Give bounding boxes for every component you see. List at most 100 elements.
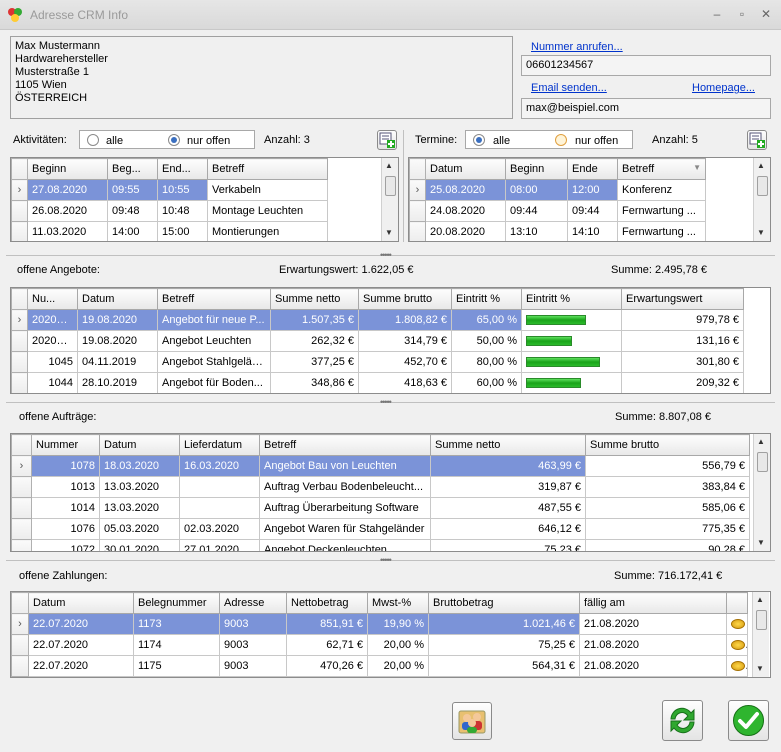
- row-indicator: [11, 330, 28, 352]
- add-appointment-button[interactable]: [747, 130, 767, 150]
- column-header[interactable]: Betreff ▼: [617, 158, 706, 180]
- phone-field[interactable]: 06601234567: [521, 55, 771, 76]
- ok-button[interactable]: [728, 700, 769, 741]
- refresh-button[interactable]: [662, 700, 703, 741]
- scroll-down-icon[interactable]: ▼: [756, 664, 764, 673]
- email-field[interactable]: max@beispiel.com: [521, 98, 771, 119]
- maximize-button[interactable]: ▫: [734, 6, 750, 22]
- contacts-button[interactable]: [452, 702, 492, 740]
- coins-icon[interactable]: [731, 661, 745, 672]
- column-header[interactable]: Beginn: [27, 158, 108, 180]
- table-row[interactable]: 2020025 19.08.2020 Angebot Leuchten 262,32 …: [11, 330, 744, 352]
- offers-grid[interactable]: Nu... Datum Betreff Summe netto Summe br…: [10, 287, 771, 394]
- column-header[interactable]: Summe brutto: [358, 288, 452, 310]
- scroll-up-icon[interactable]: ▲: [756, 595, 764, 604]
- scroll-up-icon[interactable]: ▲: [757, 437, 765, 446]
- column-header[interactable]: Summe netto: [430, 434, 586, 456]
- column-header[interactable]: Bruttobetrag: [428, 592, 580, 614]
- scroll-thumb[interactable]: [385, 176, 396, 196]
- row-indicator: [11, 200, 28, 222]
- column-header[interactable]: Adresse: [219, 592, 287, 614]
- scroll-thumb[interactable]: [756, 610, 767, 630]
- scroll-down-icon[interactable]: ▼: [757, 538, 765, 547]
- column-header[interactable]: Datum: [99, 434, 180, 456]
- table-row[interactable]: 1013 13.03.2020 Auftrag Verbau Bodenbeleuc…: [11, 476, 750, 498]
- table-row[interactable]: 22.07.2020 1174 9003 62,71 €20,00 % 75,25 €2…: [11, 634, 748, 656]
- table-cell: 08:00: [505, 179, 568, 201]
- splitter-grip-icon[interactable]: •••••: [380, 555, 392, 565]
- homepage-link[interactable]: Homepage...: [692, 82, 755, 94]
- table-row[interactable]: 26.08.2020 09:48 10:48 Montage Leuchten: [11, 200, 328, 222]
- vertical-splitter[interactable]: [403, 130, 404, 242]
- column-header[interactable]: Betreff: [207, 158, 328, 180]
- add-activity-button[interactable]: [377, 130, 397, 150]
- table-row[interactable]: › 2020024 19.08.2020 Angebot für neue P... 1…: [11, 309, 744, 331]
- column-header[interactable]: Summe netto: [270, 288, 359, 310]
- column-header[interactable]: End...: [157, 158, 208, 180]
- table-row[interactable]: › 1078 18.03.2020 16.03.2020 Angebot Bau von…: [11, 455, 750, 477]
- table-row[interactable]: › 22.07.2020 1173 9003 851,91 €19,90 % 1.021,…: [11, 613, 748, 635]
- table-row[interactable]: 11.03.2020 14:00 15:00 Montierungen: [11, 221, 328, 241]
- column-header[interactable]: Summe brutto: [585, 434, 750, 456]
- column-header[interactable]: Eintritt %: [521, 288, 622, 310]
- column-header[interactable]: Betreff: [259, 434, 431, 456]
- scroll-thumb[interactable]: [757, 176, 768, 196]
- orders-grid[interactable]: Nummer Datum Lieferdatum Betreff Summe n…: [10, 433, 771, 552]
- column-header[interactable]: Erwartungswert: [621, 288, 744, 310]
- payments-scrollbar[interactable]: ▲ ▼: [752, 592, 769, 677]
- scroll-up-icon[interactable]: ▲: [385, 161, 393, 170]
- coins-icon[interactable]: [731, 619, 745, 630]
- column-header[interactable]: Ende: [567, 158, 618, 180]
- scroll-down-icon[interactable]: ▼: [385, 228, 393, 237]
- call-number-link[interactable]: Nummer anrufen...: [531, 41, 623, 53]
- appointments-open-radio[interactable]: [555, 134, 567, 146]
- table-row[interactable]: 20.08.2020 13:10 14:10 Fernwartung ...: [409, 221, 706, 241]
- column-header[interactable]: Betreff: [157, 288, 271, 310]
- activities-grid[interactable]: Beginn Beg... End... Betreff › 27.08.202…: [10, 157, 399, 242]
- coins-icon[interactable]: [731, 640, 745, 651]
- payments-grid[interactable]: Datum Belegnummer Adresse Nettobetrag Mw…: [10, 591, 771, 678]
- column-header[interactable]: Beg...: [107, 158, 158, 180]
- table-row[interactable]: 1076 05.03.2020 02.03.2020 Angebot Waren fü…: [11, 518, 750, 540]
- column-header[interactable]: Mwst-%: [367, 592, 429, 614]
- row-indicator: [409, 221, 426, 241]
- appointments-scrollbar[interactable]: ▲ ▼: [753, 158, 770, 241]
- splitter-grip-icon[interactable]: •••••: [380, 397, 392, 407]
- column-header[interactable]: Nummer: [31, 434, 100, 456]
- column-header[interactable]: Belegnummer: [133, 592, 220, 614]
- table-row[interactable]: 1045 04.11.2019 Angebot Stahlgelän... 377,2…: [11, 351, 744, 373]
- table-cell: Angebot für neue P...: [157, 309, 271, 331]
- activities-scrollbar[interactable]: ▲ ▼: [381, 158, 398, 241]
- table-row[interactable]: 24.08.2020 09:44 09:44 Fernwartung ...: [409, 200, 706, 222]
- appointments-grid[interactable]: Datum Beginn Ende Betreff ▼ › 25.08.2020 0…: [408, 157, 771, 242]
- send-email-link[interactable]: Email senden...: [531, 82, 607, 94]
- column-header[interactable]: Beginn: [505, 158, 568, 180]
- table-cell: [521, 330, 622, 352]
- column-header[interactable]: Eintritt %: [451, 288, 522, 310]
- scroll-up-icon[interactable]: ▲: [757, 161, 765, 170]
- scroll-thumb[interactable]: [757, 452, 768, 472]
- activities-all-radio[interactable]: [87, 134, 99, 146]
- table-row[interactable]: › 25.08.2020 08:00 12:00 Konferenz: [409, 179, 706, 201]
- offers-label: offene Angebote:: [17, 264, 100, 276]
- table-cell: Auftrag Verbau Bodenbeleucht...: [259, 476, 431, 498]
- column-header[interactable]: Lieferdatum: [179, 434, 260, 456]
- column-header[interactable]: Nettobetrag: [286, 592, 368, 614]
- minimize-button[interactable]: –: [709, 6, 725, 22]
- scroll-down-icon[interactable]: ▼: [757, 228, 765, 237]
- table-row[interactable]: › 27.08.2020 09:55 10:55 Verkabeln: [11, 179, 328, 201]
- column-header[interactable]: Datum: [77, 288, 158, 310]
- table-row[interactable]: 1072 30.01.2020 27.01.2020 Angebot Deckenle…: [11, 539, 750, 551]
- table-row[interactable]: 22.07.2020 1175 9003 470,26 €20,00 % 564,31 …: [11, 655, 748, 677]
- splitter-grip-icon[interactable]: •••••: [380, 250, 392, 260]
- column-header[interactable]: fällig am: [579, 592, 727, 614]
- column-header[interactable]: Datum: [425, 158, 506, 180]
- orders-scrollbar[interactable]: ▲ ▼: [753, 434, 770, 551]
- column-header[interactable]: Datum: [28, 592, 134, 614]
- close-button[interactable]: ✕: [758, 6, 774, 22]
- activities-open-radio[interactable]: [168, 134, 180, 146]
- column-header[interactable]: Nu...: [27, 288, 78, 310]
- table-row[interactable]: 1044 28.10.2019 Angebot für Boden... 348,86…: [11, 372, 744, 393]
- table-row[interactable]: 1014 13.03.2020 Auftrag Überarbeitung Soft…: [11, 497, 750, 519]
- appointments-all-radio[interactable]: [473, 134, 485, 146]
